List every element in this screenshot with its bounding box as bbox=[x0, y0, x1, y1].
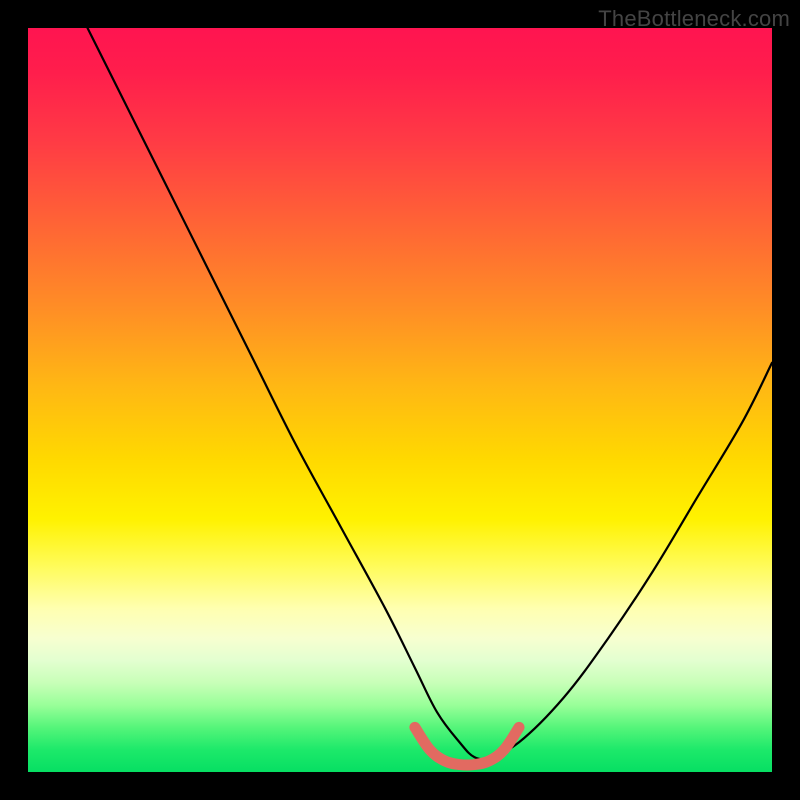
chart-frame: TheBottleneck.com bbox=[0, 0, 800, 800]
series-red-bracket bbox=[415, 727, 519, 765]
line-red-bracket bbox=[415, 727, 519, 765]
line-black-curve bbox=[88, 28, 772, 759]
chart-svg bbox=[28, 28, 772, 772]
series-black-curve bbox=[88, 28, 772, 759]
plot-area bbox=[28, 28, 772, 772]
